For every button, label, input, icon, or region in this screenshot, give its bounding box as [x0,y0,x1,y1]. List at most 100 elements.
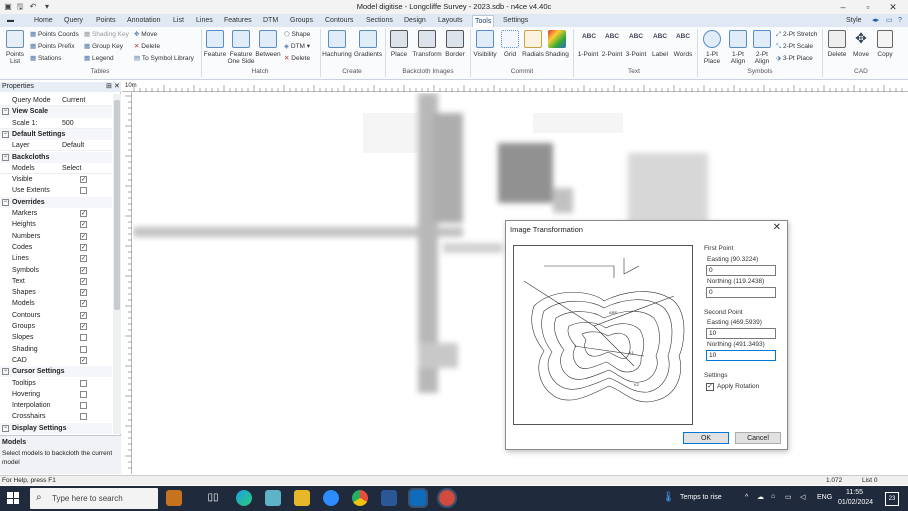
two-pt-stretch-button[interactable]: ⤢ 2-Pt Stretch [776,31,817,39]
pin-icon[interactable]: ⊞ [106,82,112,92]
property-checkbox[interactable]: ✓ [80,210,87,217]
shape-hatch-button[interactable]: ⬠ Shape [284,31,310,39]
task-view-icon[interactable]: ▯▯ [205,490,221,506]
property-row[interactable]: Markers ✓ [0,208,112,219]
property-checkbox[interactable]: ✓ [80,300,87,308]
collapse-icon[interactable]: − [2,368,9,376]
property-value[interactable]: Select [62,163,81,174]
window-icon[interactable]: ▭ [884,15,895,27]
property-row[interactable]: Shapes ✓ [0,287,112,298]
property-section-header[interactable]: − Default Settings [0,128,112,141]
zoom-icon[interactable] [323,490,339,506]
cad-copy-button[interactable]: Copy [873,51,897,58]
tab-dtm[interactable]: DTM [261,15,280,27]
collapse-icon[interactable]: − [2,198,9,206]
property-checkbox[interactable]: ✓ [80,356,87,364]
collapse-icon[interactable]: − [2,108,9,116]
property-row[interactable]: Groups ✓ [0,321,112,332]
nav-arrows-icon[interactable]: ◂▸ [870,15,881,27]
notifications-icon[interactable]: 23 [885,492,899,506]
three-point-text-button[interactable]: 3-Point [623,51,649,58]
points-coords-button[interactable]: ▦ Points Coords [30,31,79,39]
property-row[interactable]: Models Select [0,163,112,175]
property-row[interactable]: Numbers ✓ [0,231,112,242]
n4ce-app-icon[interactable] [437,488,457,508]
group-key-button[interactable]: ▦ Group Key [84,43,123,51]
clock-time[interactable]: 11:55 [846,489,863,496]
property-section-header[interactable]: − Backcloths [0,151,112,163]
delete-hatch-button[interactable]: ✕ Delete [284,55,310,63]
property-section-header[interactable]: − Display Settings [0,422,112,434]
second-easting-input[interactable]: 10 [706,328,776,339]
close-panel-icon[interactable]: ✕ [114,82,120,92]
three-pt-place-button[interactable]: ⬗ 3-Pt Place [776,55,813,63]
weather-text[interactable]: Temps to rise [680,494,722,501]
property-value[interactable]: 500 [62,118,74,129]
word-icon[interactable] [381,490,397,506]
onedrive-icon[interactable]: ☁ [757,493,764,501]
tab-contours[interactable]: Contours [323,15,355,27]
property-checkbox[interactable] [80,345,87,353]
second-northing-input[interactable]: 10 [706,350,776,361]
ok-button[interactable]: OK [683,432,729,444]
edge-browser-icon[interactable] [236,490,252,506]
language-indicator[interactable]: ENG [817,494,832,501]
apply-rotation-checkbox[interactable]: ✓ [706,383,714,391]
two-point-text-button[interactable]: 2-Point [599,51,625,58]
cancel-button[interactable]: Cancel [735,432,781,444]
property-section-header[interactable]: − Cursor Settings [0,366,112,378]
minimize-icon[interactable]: – [830,0,856,14]
property-row[interactable]: Lines ✓ [0,253,112,264]
points-prefix-button[interactable]: ▦ Points Prefix [30,43,74,51]
help-icon[interactable]: ? [896,15,904,27]
one-pt-place-button[interactable]: 1-Pt Place [699,51,725,65]
property-row[interactable]: Query Mode Current [0,95,112,107]
points-list-button[interactable]: Points List [2,51,28,65]
scrollbar-thumb[interactable] [114,100,120,310]
briefcase-app-icon[interactable] [166,490,182,506]
tray-chevron-icon[interactable]: ^ [745,494,748,501]
property-checkbox[interactable]: ✓ [80,323,87,330]
restore-icon[interactable]: ▫ [855,0,881,14]
feature-one-side-button[interactable]: Feature One Side [227,51,255,65]
property-checkbox[interactable]: ✓ [80,221,87,229]
one-pt-align-button[interactable]: 1-Pt Align [725,51,751,65]
feature-hatch-button[interactable]: Feature [201,51,229,58]
tab-points[interactable]: Points [94,15,117,27]
one-point-text-button[interactable]: 1-Point [576,51,600,58]
collapse-icon[interactable]: − [2,153,9,161]
property-checkbox[interactable] [80,334,87,342]
shading-key-button[interactable]: ▦ Shading Key [84,31,129,39]
property-value[interactable]: Default [62,140,84,151]
clock-date[interactable]: 01/02/2024 [838,499,873,506]
property-checkbox[interactable] [80,413,87,421]
property-row[interactable]: Shading [0,344,112,355]
property-row[interactable]: Hovering [0,389,112,400]
tab-tools[interactable]: Tools [472,15,495,27]
border-image-button[interactable]: Border [441,51,469,58]
property-row[interactable]: Interpolation [0,400,112,411]
property-checkbox[interactable]: ✓ [80,289,87,297]
property-value[interactable]: Current [62,95,85,106]
shading-button[interactable]: Shading [543,51,571,58]
style-dropdown[interactable]: Style [844,15,864,27]
property-checkbox[interactable] [80,379,87,387]
property-row[interactable]: Contours ✓ [0,310,112,321]
network-icon[interactable]: ⌂ [771,493,775,500]
to-symbol-library-button[interactable]: ▤ To Symbol Library [134,55,194,63]
app-icon[interactable] [265,490,281,506]
tab-lines[interactable]: Lines [194,15,215,27]
tab-list[interactable]: List [171,15,186,27]
property-section-header[interactable]: − View Scale [0,106,112,118]
tab-layouts[interactable]: Layouts [436,15,465,27]
property-row[interactable]: Scale 1: 500 [0,118,112,129]
property-checkbox[interactable]: ✓ [80,255,87,263]
grid-button[interactable]: Grid [498,51,522,58]
property-checkbox[interactable]: ✓ [80,266,87,274]
property-checkbox[interactable]: ✓ [80,176,87,184]
property-row[interactable]: Slopes [0,332,112,343]
property-row[interactable]: CAD ✓ [0,355,112,366]
tab-home[interactable]: Home [32,15,55,27]
property-checkbox[interactable]: ✓ [80,311,87,319]
property-checkbox[interactable]: ✓ [80,243,87,251]
